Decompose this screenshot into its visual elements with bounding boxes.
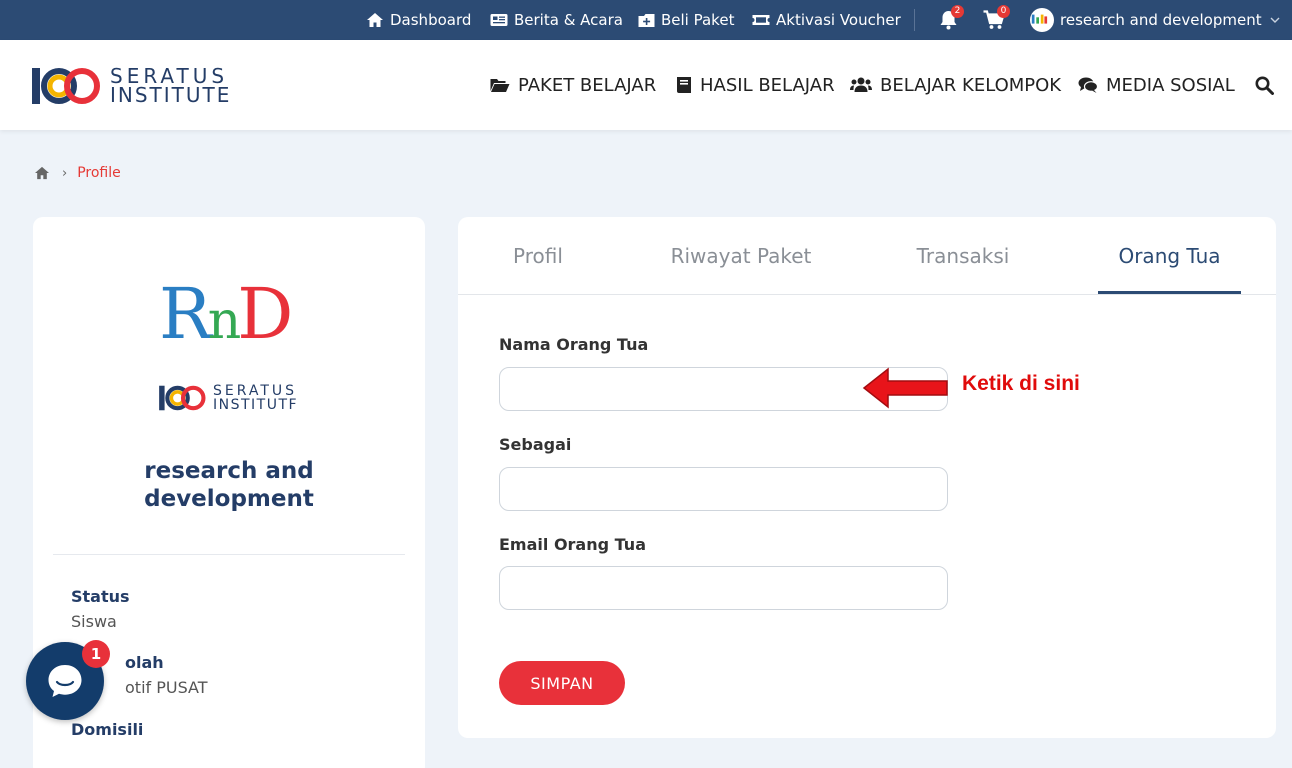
- comments-icon: [1078, 77, 1098, 93]
- profile-name-line2: development: [144, 486, 314, 512]
- beli-paket-link[interactable]: Beli Paket: [638, 0, 734, 40]
- home-icon[interactable]: [34, 166, 50, 180]
- profile-brand-line1: SERATUS: [213, 383, 298, 399]
- breadcrumb: › Profile: [34, 162, 121, 184]
- main-header: SERATUS INSTITUTE PAKET BELAJAR HASIL BE…: [0, 40, 1292, 130]
- newspaper-icon: [490, 14, 508, 26]
- package-plus-icon: [638, 13, 655, 27]
- profile-name-line1: research and: [144, 458, 314, 484]
- tab-profil[interactable]: Profil: [498, 217, 578, 295]
- dashboard-link[interactable]: Dashboard: [366, 0, 471, 40]
- nav-media-sosial[interactable]: MEDIA SOSIAL: [1078, 40, 1235, 130]
- breadcrumb-separator: ›: [62, 165, 68, 181]
- field-status-value: Siswa: [71, 612, 117, 631]
- user-menu[interactable]: research and development: [1030, 0, 1280, 40]
- email-orang-tua-label: Email Orang Tua: [499, 535, 646, 554]
- profile-brand-wordmark: SERATUS INSTITUTF: [213, 384, 298, 412]
- rnd-logo: RnD: [159, 279, 293, 356]
- tab-transaksi[interactable]: Transaksi: [902, 217, 1024, 295]
- field-status-label: Status: [71, 587, 130, 606]
- brand-line2: INSTITUTE: [110, 83, 232, 107]
- seratus-logo-mark: [32, 68, 100, 104]
- notification-count-badge: 2: [951, 5, 964, 18]
- tab-orang-tua[interactable]: Orang Tua: [1098, 217, 1241, 295]
- seratus-logo-mark: [159, 385, 206, 411]
- tab-riwayat-paket[interactable]: Riwayat Paket: [658, 217, 824, 295]
- topbar-divider: [914, 9, 915, 31]
- rnd-logo-n: n: [207, 291, 241, 351]
- ticket-icon: [752, 15, 770, 25]
- nav-sosial-label: MEDIA SOSIAL: [1106, 74, 1235, 96]
- berita-label: Berita & Acara: [514, 11, 623, 29]
- dashboard-label: Dashboard: [390, 11, 472, 29]
- nav-paket-belajar[interactable]: PAKET BELAJAR: [490, 40, 656, 130]
- form-card: Profil Riwayat Paket Transaksi Orang Tua…: [458, 217, 1276, 738]
- berita-link[interactable]: Berita & Acara: [490, 0, 623, 40]
- brand-wordmark: SERATUS INSTITUTE: [110, 66, 232, 107]
- nav-hasil-label: HASIL BELAJAR: [700, 74, 835, 96]
- home-icon: [367, 13, 383, 27]
- active-tab-indicator: [1098, 291, 1241, 294]
- nav-hasil-belajar[interactable]: HASIL BELAJAR: [676, 40, 835, 130]
- nav-paket-label: PAKET BELAJAR: [518, 74, 657, 96]
- profile-brand-line2: INSTITUTF: [213, 397, 299, 413]
- nav-kelompok-label: BELAJAR KELOMPOK: [880, 74, 1062, 96]
- breadcrumb-current: Profile: [77, 165, 121, 181]
- profile-seratus-logo: SERATUS INSTITUTF: [159, 383, 298, 413]
- chevron-down-icon: [1270, 17, 1280, 23]
- top-bar: Dashboard Berita & Acara Beli Paket Akti…: [0, 0, 1292, 40]
- rnd-logo-r: R: [159, 273, 212, 355]
- beli-paket-label: Beli Paket: [661, 11, 735, 29]
- search-icon: [1255, 76, 1274, 95]
- nama-orang-tua-label: Nama Orang Tua: [499, 335, 649, 354]
- user-avatar: [1030, 8, 1054, 32]
- email-orang-tua-input[interactable]: [499, 566, 948, 610]
- aktivasi-label: Aktivasi Voucher: [776, 11, 901, 29]
- rnd-logo-d: D: [237, 273, 293, 355]
- profile-divider: [53, 554, 405, 555]
- profile-tabs: Profil Riwayat Paket Transaksi Orang Tua: [458, 217, 1276, 295]
- cart-count-badge: 0: [997, 5, 1010, 18]
- profile-name: research and development: [33, 457, 425, 513]
- sebagai-label: Sebagai: [499, 435, 572, 454]
- user-name: research and development: [1060, 11, 1262, 29]
- seratus-logo[interactable]: SERATUS INSTITUTE: [32, 64, 231, 108]
- aktivasi-voucher-link[interactable]: Aktivasi Voucher: [752, 0, 901, 40]
- nav-belajar-kelompok[interactable]: BELAJAR KELOMPOK: [850, 40, 1061, 130]
- users-icon: [850, 77, 872, 92]
- search-button[interactable]: [1255, 40, 1282, 130]
- chat-bubble-icon: [48, 665, 82, 697]
- field-sekolah-label: olah: [125, 653, 164, 672]
- simpan-button[interactable]: SIMPAN: [499, 661, 625, 705]
- chat-unread-badge: 1: [82, 640, 110, 668]
- sebagai-input[interactable]: [499, 467, 948, 511]
- field-sekolah-value: otif PUSAT: [125, 678, 208, 697]
- annotation-text: Ketik di sini: [962, 372, 1080, 395]
- annotation-arrow-icon: [862, 367, 948, 409]
- field-domisili-label: Domisili: [71, 720, 144, 739]
- folder-open-icon: [490, 79, 510, 92]
- book-icon: [677, 77, 691, 93]
